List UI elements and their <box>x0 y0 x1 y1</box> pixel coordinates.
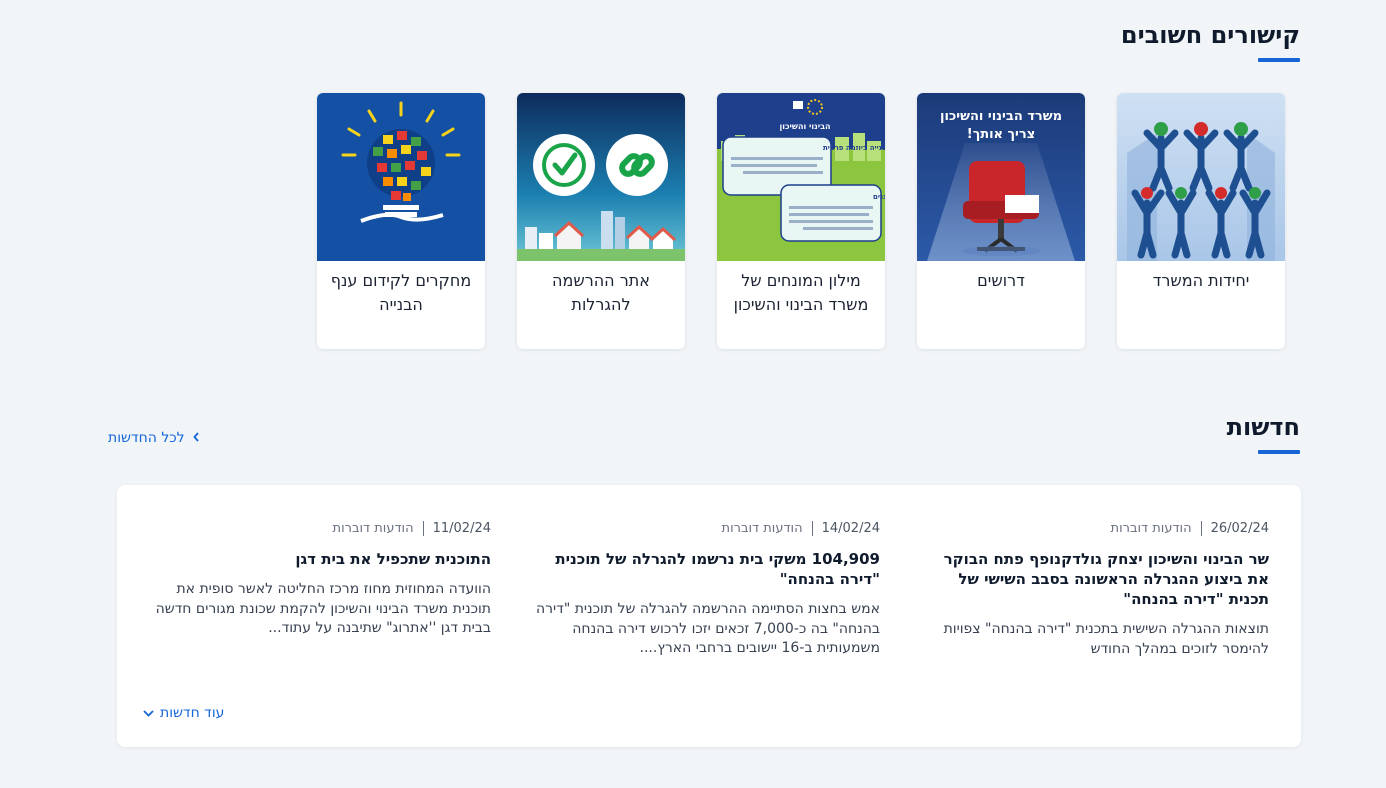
news-date: 26/02/24 <box>1210 521 1269 536</box>
news-date: 11/02/24 <box>432 521 491 536</box>
news-headline[interactable]: 104,909 משקי בית נרשמו להגרלה של תוכנית … <box>530 549 880 589</box>
more-news-label: עוד חדשות <box>160 705 225 721</box>
card-label: מחקרים לקידום ענף הבנייה <box>330 271 472 314</box>
chevron-left-icon <box>192 430 200 446</box>
link-card-office-units[interactable]: יחידות המשרד <box>1117 93 1285 349</box>
more-news-button[interactable]: עוד חדשות <box>143 705 224 721</box>
news-headline[interactable]: שר הבינוי והשיכון יצחק גולדקנופף פתח הבו… <box>919 549 1269 609</box>
news-headline[interactable]: התוכנית שתכפיל את בית דגן <box>141 549 491 569</box>
image-text-line2: צריך אותך! <box>967 127 1035 142</box>
image-text-logo: הבינוי והשיכון <box>780 122 831 131</box>
meta-divider <box>1200 521 1202 536</box>
news-item: 26/02/24 הודעות דוברות שר הבינוי והשיכון… <box>919 521 1269 659</box>
important-links-title: קישורים חשובים <box>1120 21 1301 62</box>
people-group-illustration <box>1117 93 1285 261</box>
news-category: הודעות דוברות <box>721 521 803 536</box>
news-category: הודעות דוברות <box>332 521 414 536</box>
news-summary: תוצאות ההגרלה השישית בתכנית "דירה בהנחה"… <box>943 621 1269 657</box>
chevron-down-icon <box>143 705 154 721</box>
lightbulb-houses-illustration <box>317 93 485 261</box>
news-item: 14/02/24 הודעות דוברות 104,909 משקי בית … <box>530 521 880 659</box>
card-label: דרושים <box>977 271 1025 290</box>
news-item: 11/02/24 הודעות דוברות התוכנית שתכפיל את… <box>141 521 491 639</box>
news-meta: 14/02/24 הודעות דוברות <box>530 521 880 536</box>
news-panel: 26/02/24 הודעות דוברות שר הבינוי והשיכון… <box>117 485 1301 747</box>
news-summary: הוועדה המחוזית מחוז מרכז החליטה לאשר סופ… <box>155 581 491 636</box>
image-text-bubble2: דירות מוגנים <box>873 193 885 201</box>
card-label: יחידות המשרד <box>1152 271 1250 290</box>
all-news-label: לכל החדשות <box>108 430 185 446</box>
empty-chair-spotlight-illustration: משרד הבינוי והשיכון צריך אותך! <box>917 93 1085 261</box>
meta-divider <box>422 521 424 536</box>
image-text-bubble1: בנייה ביוזמה פרטית <box>823 144 885 152</box>
card-label: מילון המונחים של משרד הבינוי והשיכון <box>733 271 869 314</box>
link-card-jobs[interactable]: משרד הבינוי והשיכון צריך אותך! דרושים <box>917 93 1085 349</box>
link-card-glossary[interactable]: הבינוי והשיכון בנייה ביוזמה פרטית דירות … <box>717 93 885 349</box>
link-and-checkmark-icons-city-illustration <box>517 93 685 261</box>
image-text-line1: משרד הבינוי והשיכון <box>940 109 1062 124</box>
link-card-lottery-registration[interactable]: אתר ההרשמה להגרלות <box>517 93 685 349</box>
news-meta: 11/02/24 הודעות דוברות <box>141 521 491 536</box>
news-category: הודעות דוברות <box>1110 521 1192 536</box>
news-date: 14/02/24 <box>821 521 880 536</box>
news-summary: אמש בחצות הסתיימה ההרשמה להגרלה של תוכני… <box>536 601 880 656</box>
meta-divider <box>811 521 813 536</box>
link-card-construction-research[interactable]: מחקרים לקידום ענף הבנייה <box>317 93 485 349</box>
all-news-link[interactable]: לכל החדשות <box>108 430 200 446</box>
glossary-speech-bubbles-illustration: הבינוי והשיכון בנייה ביוזמה פרטית דירות … <box>717 93 885 261</box>
card-label: אתר ההרשמה להגרלות <box>552 271 650 314</box>
news-title: חדשות <box>1226 413 1301 454</box>
news-meta: 26/02/24 הודעות דוברות <box>919 521 1269 536</box>
